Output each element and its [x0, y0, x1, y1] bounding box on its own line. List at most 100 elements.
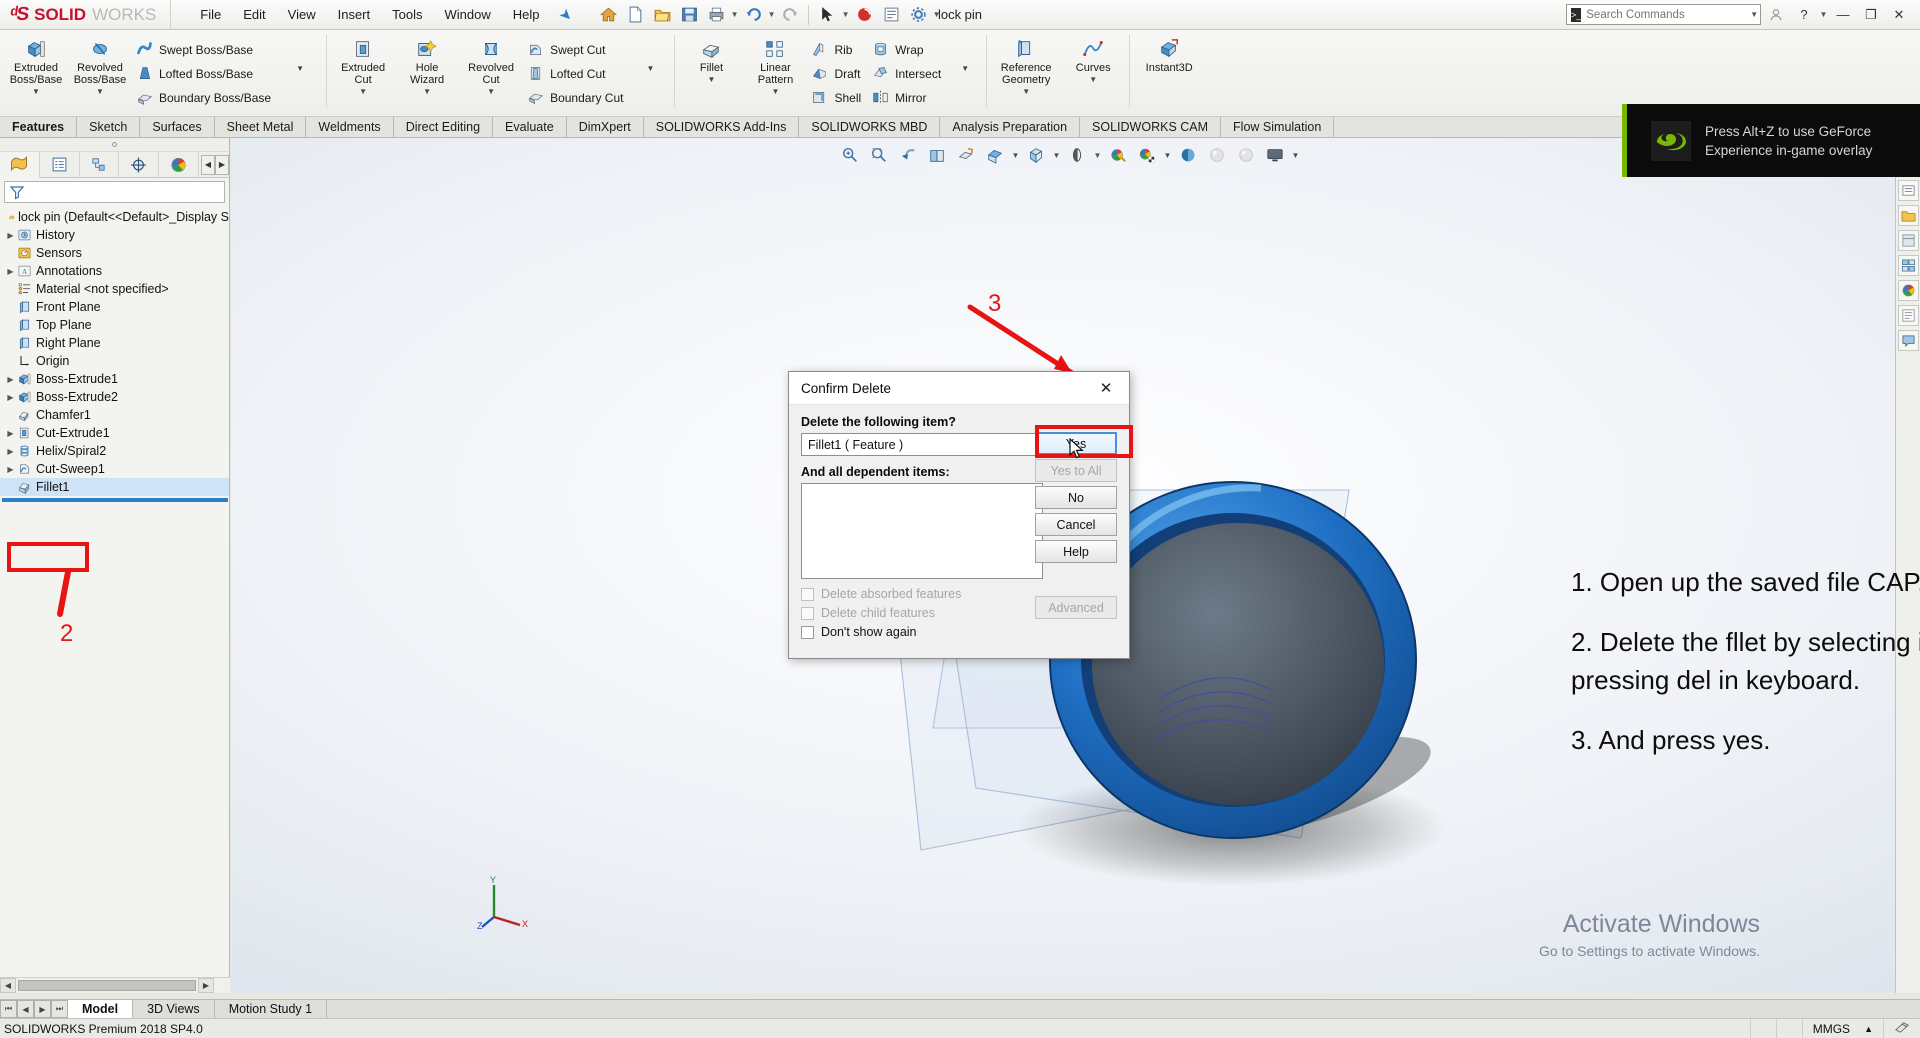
tab-dimxpert[interactable]: DimXpert [566, 117, 644, 137]
units-selector[interactable]: MMGS ▲ [1801, 1018, 1883, 1038]
tree-item-helix-spiral2[interactable]: ▶ Helix/Spiral2 [0, 442, 229, 460]
tab-evaluate[interactable]: Evaluate [493, 117, 567, 137]
instant3d-button[interactable]: Instant3D [1134, 33, 1204, 75]
undo-caret-icon[interactable]: ▼ [767, 10, 776, 19]
hole-wizard-button[interactable]: Hole Wizard ▼ [395, 33, 459, 97]
minimize-button[interactable]: — [1830, 4, 1856, 26]
tree-item-chamfer1[interactable]: Chamfer1 [0, 406, 229, 424]
restore-button[interactable]: ❐ [1858, 4, 1884, 26]
extruded-cut-button[interactable]: Extruded Cut ▼ [331, 33, 395, 97]
help-question-icon[interactable]: ? [1791, 4, 1817, 26]
tree-horizontal-scrollbar[interactable]: ◀ ▶ [0, 977, 230, 993]
next-tab-icon[interactable]: ▶ [34, 1000, 51, 1018]
tree-item-front-plane[interactable]: Front Plane [0, 298, 229, 316]
extruded-boss-base-button[interactable]: Extruded Boss/Base ▼ [4, 33, 68, 97]
undo-icon[interactable] [740, 3, 766, 27]
menu-item-file[interactable]: File [189, 3, 232, 26]
dialog-close-icon[interactable]: ✕ [1089, 373, 1123, 404]
print-caret-icon[interactable]: ▼ [730, 10, 739, 19]
tab-sketch[interactable]: Sketch [77, 117, 141, 137]
tree-item-boss-extrude2[interactable]: ▶ Boss-Extrude2 [0, 388, 229, 406]
property-manager-tab[interactable] [40, 151, 80, 178]
manager-tabs[interactable]: ◀ ▶ [0, 151, 229, 178]
tree-item-annotations[interactable]: ▶ A Annotations [0, 262, 229, 280]
manager-tab-prev-icon[interactable]: ◀ [200, 154, 215, 175]
tab-solidworks-add-ins[interactable]: SOLIDWORKS Add-Ins [643, 117, 800, 137]
tab-analysis-preparation[interactable]: Analysis Preparation [940, 117, 1081, 137]
feature-tree[interactable]: lock pin (Default<<Default>_Display S ▶ … [0, 206, 229, 502]
revolved-cut-caret-icon[interactable]: ▼ [487, 87, 495, 96]
menu-item-window[interactable]: Window [433, 3, 501, 26]
confirm-delete-dialog[interactable]: Confirm Delete ✕ Delete the following it… [788, 371, 1133, 659]
revolved-boss-base-caret-icon[interactable]: ▼ [96, 87, 104, 96]
doc-tab-motion-study[interactable]: Motion Study 1 [214, 1000, 328, 1018]
manager-tab-next-icon[interactable]: ▶ [214, 154, 229, 175]
feature-manager-tab[interactable] [0, 151, 40, 178]
scroll-left-icon[interactable]: ◀ [0, 978, 16, 993]
tree-arrow-annotations[interactable]: ▶ [4, 267, 17, 276]
select-caret-icon[interactable]: ▼ [841, 10, 850, 19]
tree-item-right-plane[interactable]: Right Plane [0, 334, 229, 352]
help-caret-icon[interactable]: ▼ [1819, 10, 1828, 19]
swept-cut-button[interactable]: Swept Cut [523, 38, 630, 61]
curves-caret-icon[interactable]: ▼ [1089, 75, 1097, 84]
delete-child-checkbox[interactable] [801, 606, 814, 620]
menu-bar[interactable]: File Edit View Insert Tools Window Help [189, 3, 550, 26]
search-commands-box[interactable]: >_ ▼ [1566, 4, 1761, 25]
doc-tab-model[interactable]: Model [68, 1000, 134, 1018]
help-button[interactable]: Help [1035, 540, 1117, 563]
dimxpert-manager-tab[interactable] [119, 151, 160, 178]
close-button[interactable]: ✕ [1886, 4, 1912, 26]
user-account-icon[interactable] [1763, 4, 1789, 26]
solidworks-resources-icon[interactable] [1897, 180, 1919, 201]
solidworks-forum-icon[interactable] [1897, 330, 1919, 351]
menu-item-tools[interactable]: Tools [381, 3, 433, 26]
open-document-icon[interactable] [649, 3, 675, 27]
search-input[interactable] [1586, 8, 1741, 21]
cancel-button[interactable]: Cancel [1035, 513, 1117, 536]
tab-direct-editing[interactable]: Direct Editing [393, 117, 494, 137]
cut-group-caret-icon[interactable]: ▼ [647, 64, 655, 73]
extruded-cut-caret-icon[interactable]: ▼ [359, 87, 367, 96]
features-group-caret-icon[interactable]: ▼ [961, 64, 969, 73]
reference-geometry-button[interactable]: Reference Geometry ▼ [991, 33, 1061, 97]
edit-document-properties-icon[interactable] [1883, 1018, 1920, 1038]
options-caret-icon[interactable]: ▼ [932, 10, 941, 19]
menu-item-help[interactable]: Help [502, 3, 551, 26]
draft-button[interactable]: Draft [807, 62, 868, 85]
doc-tab-3d-views[interactable]: 3D Views [133, 1000, 215, 1018]
tab-flow-simulation[interactable]: Flow Simulation [1221, 117, 1335, 137]
fillet-button[interactable]: Fillet ▼ [679, 33, 743, 85]
design-library-icon[interactable] [1897, 205, 1919, 226]
units-caret-icon[interactable]: ▲ [1864, 1024, 1873, 1034]
wrap-button[interactable]: Wrap [868, 38, 948, 61]
tab-features[interactable]: Features [0, 117, 78, 137]
last-tab-icon[interactable]: ⏭ [51, 1000, 68, 1018]
manager-tab-scroll-arrows[interactable]: ◀ ▶ [200, 154, 229, 175]
tab-sheet-metal[interactable]: Sheet Metal [214, 117, 307, 137]
linear-pattern-button[interactable]: Linear Pattern ▼ [743, 33, 807, 97]
boundary-cut-button[interactable]: Boundary Cut [523, 86, 630, 109]
scroll-thumb[interactable] [18, 980, 196, 991]
display-manager-tab[interactable] [159, 151, 199, 178]
boundary-boss-base-button[interactable]: Boundary Boss/Base [132, 86, 278, 109]
tree-filter-box[interactable] [4, 181, 225, 203]
tab-surfaces[interactable]: Surfaces [140, 117, 215, 137]
new-document-icon[interactable] [622, 3, 648, 27]
redo-icon[interactable] [777, 3, 803, 27]
file-explorer-icon[interactable] [1897, 230, 1919, 251]
revolved-cut-button[interactable]: Revolved Cut ▼ [459, 33, 523, 97]
swept-boss-base-button[interactable]: Swept Boss/Base [132, 38, 278, 61]
revolved-boss-base-button[interactable]: Revolved Boss/Base ▼ [68, 33, 132, 97]
tree-item-fillet1[interactable]: Fillet1 [0, 478, 229, 496]
tree-arrow-helix-spiral2[interactable]: ▶ [4, 447, 17, 456]
tab-solidworks-cam[interactable]: SOLIDWORKS CAM [1080, 117, 1222, 137]
save-icon[interactable] [676, 3, 702, 27]
prev-tab-icon[interactable]: ◀ [17, 1000, 34, 1018]
hole-wizard-caret-icon[interactable]: ▼ [423, 87, 431, 96]
panel-resize-handle[interactable] [0, 138, 229, 152]
tree-arrow-cut-sweep1[interactable]: ▶ [4, 465, 17, 474]
extruded-boss-base-caret-icon[interactable]: ▼ [32, 87, 40, 96]
dependent-items-list[interactable] [801, 483, 1043, 579]
home-icon[interactable] [595, 3, 621, 27]
